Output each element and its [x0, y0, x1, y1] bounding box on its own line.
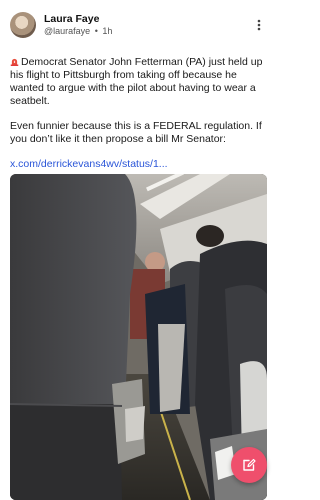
post-time: 1h	[102, 26, 113, 36]
author-handle: @laurafaye	[44, 26, 91, 36]
post-meta: @laurafaye • 1h	[44, 25, 251, 37]
post-paragraph-2: Even funnier because this is a FEDERAL r…	[10, 120, 262, 145]
compose-button[interactable]	[231, 447, 267, 483]
post-paragraph-1: Democrat Senator John Fetterman (PA) jus…	[10, 56, 267, 108]
more-vertical-icon[interactable]	[251, 17, 267, 33]
post-text: Democrat Senator John Fetterman (PA) jus…	[10, 56, 267, 171]
post-paragraph-1-text: Democrat Senator John Fetterman (PA) jus…	[10, 56, 263, 107]
rotating-light-icon	[10, 58, 19, 66]
post-header: Laura Faye @laurafaye • 1h	[10, 10, 267, 40]
author-block: Laura Faye @laurafaye • 1h	[44, 13, 251, 37]
avatar[interactable]	[10, 12, 36, 38]
post-video[interactable]	[10, 174, 267, 500]
author-name[interactable]: Laura Faye	[44, 13, 251, 25]
airplane-cabin-image	[10, 174, 267, 500]
post-card: Laura Faye @laurafaye • 1h Democrat Sena…	[0, 0, 277, 500]
edit-icon	[243, 458, 256, 471]
post-link[interactable]: x.com/derrickevans4wv/status/1...	[10, 158, 267, 171]
meta-separator: •	[94, 26, 98, 36]
